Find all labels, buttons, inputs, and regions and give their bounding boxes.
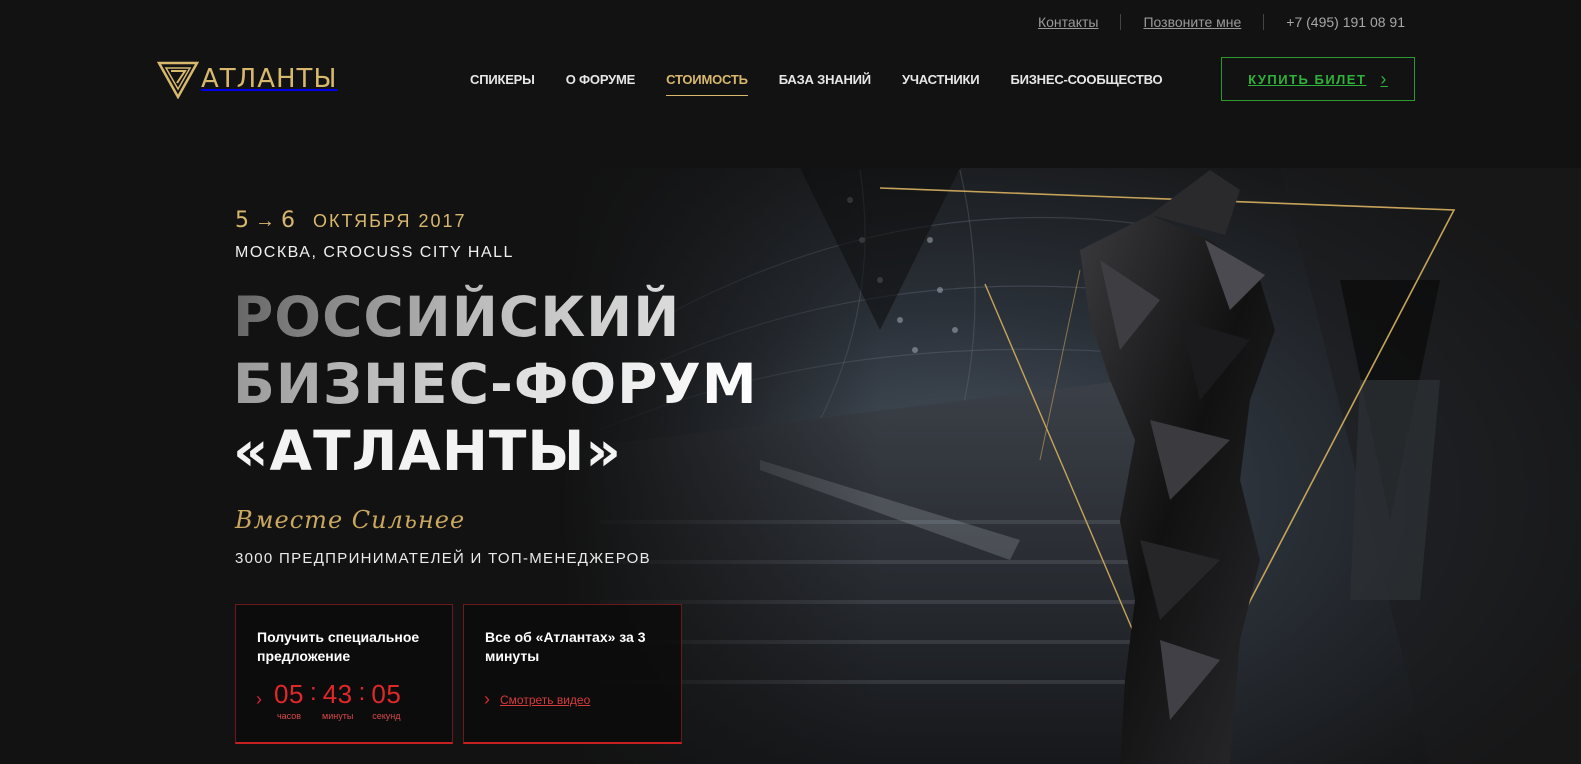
event-dates: 5 → 6 октября 2017 (235, 208, 467, 233)
nav-item-about[interactable]: О форуме (566, 72, 636, 96)
date-start: 5 (235, 208, 249, 233)
callback-link[interactable]: Позвоните мне (1143, 14, 1241, 30)
countdown-hours: 05 часов (272, 679, 306, 721)
nav-item-speakers[interactable]: Спикеры (470, 72, 535, 96)
special-offer-title: Получить специальное предложение (257, 629, 420, 664)
headline-line-3: «Атланты» (233, 419, 622, 483)
seconds-label: секунд (372, 711, 401, 721)
buy-ticket-button[interactable]: Купить билет › (1221, 57, 1415, 101)
hero-audience: 3000 предпринимателей и топ-менеджеров (235, 550, 651, 567)
hero-slogan: Вместе Сильнее (235, 506, 466, 534)
nav-item-pricing[interactable]: Стоимость (666, 72, 748, 96)
contacts-link[interactable]: Контакты (1038, 14, 1098, 30)
video-card-title: Все об «Атлантах» за 3 минуты (485, 629, 646, 664)
phone-link[interactable]: +7 (495) 191 08 91 (1286, 14, 1405, 30)
headline-line-2: бизнес-форум (233, 352, 758, 416)
chevron-right-icon: › (484, 689, 490, 709)
hours-value: 05 (274, 679, 304, 709)
nav-item-participants[interactable]: Участники (902, 72, 980, 96)
hours-label: часов (276, 711, 302, 721)
countdown-timer: › 05 часов : 43 минуты : 05 секунд (256, 679, 403, 721)
event-location: Москва, Crocuss City Hall (235, 244, 514, 261)
chevron-right-icon: › (256, 689, 262, 709)
logo-text: АТЛАНТЫ (201, 64, 338, 94)
main-nav: Спикеры О форуме Стоимость База знаний У… (470, 72, 1193, 96)
page: Контакты Позвоните мне +7 (495) 191 08 9… (0, 0, 1581, 764)
date-arrow: → (255, 210, 275, 232)
nav-item-knowledge-base[interactable]: База знаний (779, 72, 871, 96)
site-logo[interactable]: АТЛАНТЫ (157, 59, 337, 99)
buy-ticket-label: Купить билет (1248, 71, 1367, 87)
hero-headline: Российский бизнес-форум «Атланты» (233, 284, 758, 485)
watch-video-link[interactable]: Смотреть видео (500, 693, 590, 707)
seconds-value: 05 (371, 679, 402, 709)
date-end: 6 (281, 208, 295, 233)
divider (1263, 14, 1265, 30)
minutes-value: 43 (322, 679, 353, 709)
countdown-minutes: 43 минуты (321, 679, 355, 721)
headline-line-1: Российский (233, 284, 758, 351)
countdown-separator: : (358, 679, 366, 706)
video-card[interactable]: Все об «Атлантах» за 3 минуты › Смотреть… (463, 604, 682, 744)
minutes-label: минуты (322, 711, 354, 721)
watch-video: › Смотреть видео (484, 689, 590, 710)
special-offer-card[interactable]: Получить специальное предложение › 05 ча… (235, 604, 453, 744)
nav-item-business-community[interactable]: Бизнес-сообщество (1010, 72, 1162, 96)
top-bar: Контакты Позвоните мне +7 (495) 191 08 9… (1038, 14, 1405, 30)
chevron-right-icon: › (1380, 68, 1388, 89)
atlanty-triangle-logo-icon (157, 61, 199, 99)
divider (1120, 14, 1122, 30)
countdown-separator: : (310, 679, 317, 706)
event-month-year: октября 2017 (313, 211, 467, 231)
countdown-seconds: 05 секунд (369, 679, 403, 721)
